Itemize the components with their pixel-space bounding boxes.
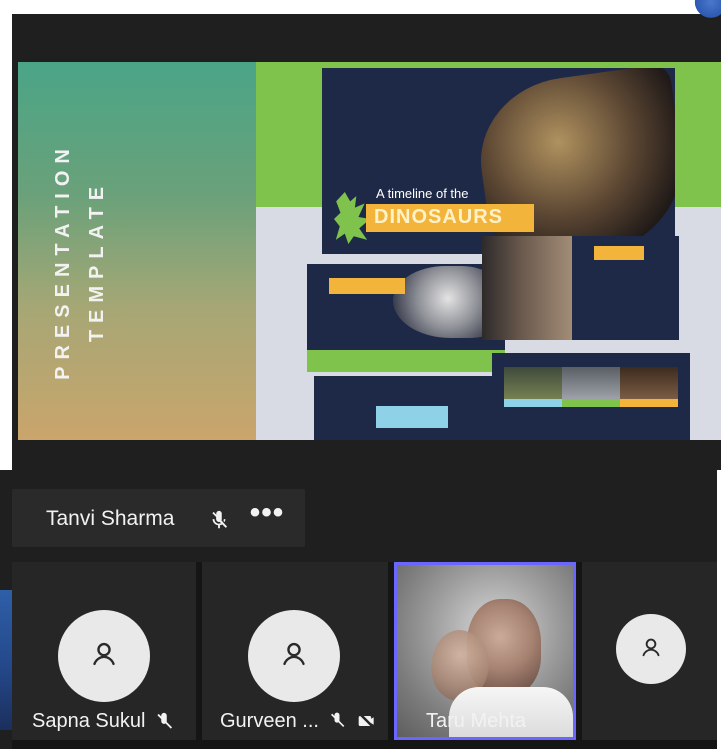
participant-strip: Sapna Sukul Gurveen ... Taru Mehta [12,562,721,749]
mic-off-icon [208,509,230,531]
leaf-decoration [334,192,370,244]
skeleton-photo [482,236,572,340]
left-edge-decoration [0,590,12,730]
color-strip-green [562,399,620,407]
slide-main: A timeline of the DINOSAURS [322,68,675,254]
right-edge-white [717,470,721,749]
slide-thumbnail-2 [307,264,505,372]
slide-title-band: DINOSAURS [366,204,534,232]
photo-2 [562,367,620,399]
photo-1 [504,367,562,399]
presentation-vertical-title: PRESENTATION TEMPLATE [52,142,108,380]
participant-name-row: Gurveen ... [220,710,379,733]
slide-small-text [362,88,462,104]
video-off-icon [357,711,379,733]
participant-name-row: Taru Mehta [426,710,526,733]
screen-share: PRESENTATION TEMPLATE A timeline of the … [18,62,721,440]
presenter-name-bar: Tanvi Sharma ••• [12,489,305,547]
participant-tile[interactable]: Gurveen ... [202,562,388,740]
slide-title: DINOSAURS [374,206,504,228]
participant-name-row: Sapna Sukul [32,710,175,733]
left-edge-white [0,0,12,470]
participant-name: Taru Mehta [426,710,527,732]
thank-you-box [376,406,448,428]
mic-off-icon [153,711,175,733]
slide-thumbnail-3 [482,236,679,340]
corner-badge [687,0,721,18]
yellow-ribbon-2 [594,246,644,260]
top-edge [0,0,721,14]
participant-name: Sapna Sukul [32,710,146,732]
presenter-name: Tanvi Sharma [46,507,175,530]
participant-tile-active[interactable]: Taru Mehta [394,562,576,740]
slide-thumbnail-4 [314,376,496,440]
participant-tile[interactable] [582,562,721,740]
yellow-ribbon [329,278,405,294]
person-icon [58,610,150,702]
color-strip-blue [504,399,562,407]
color-strip-yellow [620,399,678,407]
photo-3 [620,367,678,399]
participant-tile[interactable]: Sapna Sukul [12,562,196,740]
meeting-window: PRESENTATION TEMPLATE A timeline of the … [0,0,721,749]
green-grass [307,350,505,372]
mic-off-icon [327,711,349,733]
person-icon [248,610,340,702]
slide-thumbnail-5 [492,353,690,440]
slide-subtitle: A timeline of the [376,186,469,201]
person-icon [616,614,686,684]
participant-status-icons [327,711,379,733]
more-options-button[interactable]: ••• [246,498,288,531]
participant-name: Gurveen ... [220,710,319,732]
